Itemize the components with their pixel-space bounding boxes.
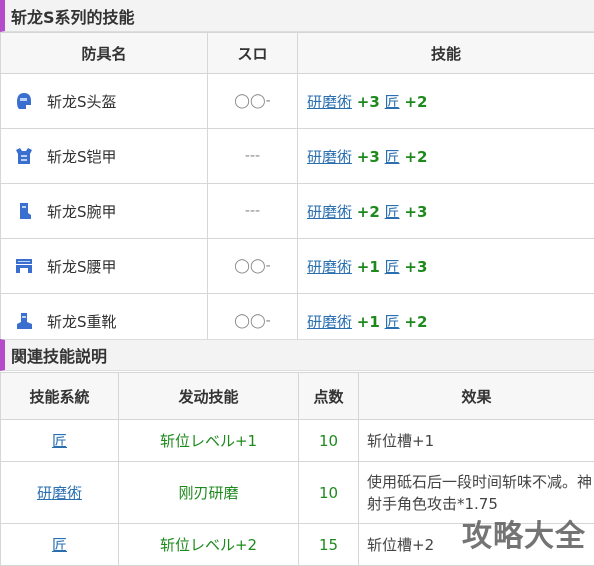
- skill-link-grinding[interactable]: 研磨術: [307, 203, 352, 221]
- skill-link-artisan[interactable]: 匠: [385, 258, 400, 276]
- armor-name: 斩龙S头盔: [47, 91, 117, 112]
- table-row: 斩龙S腕甲 --- 研磨術 +2 匠 +3: [1, 184, 594, 239]
- skill-link-artisan[interactable]: 匠: [52, 432, 67, 450]
- skill-effect: 斩位槽+1: [359, 420, 594, 462]
- skill-points: +3: [404, 203, 427, 221]
- active-skill: 斩位レベル+1: [119, 420, 299, 462]
- skill-system-cell: 匠: [1, 420, 119, 462]
- skill-link-artisan[interactable]: 匠: [385, 148, 400, 166]
- armor-name-cell: 斩龙S腕甲: [1, 184, 208, 239]
- skill-table-header: 技能系統 发动技能 点数 效果: [1, 373, 594, 420]
- slot-value: ---: [208, 184, 298, 239]
- skill-link-grinding[interactable]: 研磨術: [37, 484, 82, 502]
- armor-name-cell: 斩龙S头盔: [1, 74, 208, 129]
- active-skill: 刚刃研磨: [119, 462, 299, 524]
- skill-link-artisan[interactable]: 匠: [385, 93, 400, 111]
- header-skill: 技能: [298, 33, 594, 74]
- skill-link-artisan[interactable]: 匠: [52, 536, 67, 554]
- table-row: 斩龙S铠甲 --- 研磨術 +3 匠 +2: [1, 129, 594, 184]
- armor-name-cell: 斩龙S腰甲: [1, 239, 208, 294]
- armor-table-header: 防具名 スロ 技能: [1, 33, 594, 74]
- header-active-skill: 发动技能: [119, 373, 299, 420]
- skill-points: +2: [404, 148, 427, 166]
- skill-points: +2: [404, 313, 427, 331]
- section-title: 斩龙S系列的技能: [11, 4, 135, 28]
- skill-points: +1: [357, 258, 380, 276]
- armor-table: 防具名 スロ 技能 斩龙S头盔 ◯◯- 研磨術 +3 匠 +2: [0, 32, 594, 349]
- skill-link-grinding[interactable]: 研磨術: [307, 313, 352, 331]
- armor-name-cell: 斩龙S铠甲: [1, 129, 208, 184]
- table-row: 匠 斩位レベル+1 10 斩位槽+1: [1, 420, 594, 462]
- skill-points-required: 15: [299, 524, 359, 566]
- header-effect: 效果: [359, 373, 594, 420]
- armor-name: 斩龙S铠甲: [47, 146, 117, 167]
- skill-link-grinding[interactable]: 研磨術: [307, 148, 352, 166]
- slot-value: ◯◯-: [208, 239, 298, 294]
- section-header-skills: 斩龙S系列的技能: [0, 0, 594, 32]
- helmet-icon: [13, 90, 35, 112]
- skill-points: +3: [404, 258, 427, 276]
- active-skill: 斩位レベル+2: [119, 524, 299, 566]
- section-header-related-skills: 関連技能説明: [0, 339, 594, 371]
- skill-cell: 研磨術 +2 匠 +3: [298, 184, 594, 239]
- skill-cell: 研磨術 +1 匠 +3: [298, 239, 594, 294]
- header-skill-system: 技能系統: [1, 373, 119, 420]
- armor-name: 斩龙S腰甲: [47, 256, 117, 277]
- skill-link-artisan[interactable]: 匠: [385, 203, 400, 221]
- skill-points: +1: [357, 313, 380, 331]
- slot-value: ◯◯-: [208, 74, 298, 129]
- boots-icon: [13, 310, 35, 332]
- skill-link-artisan[interactable]: 匠: [385, 313, 400, 331]
- chest-armor-icon: [13, 145, 35, 167]
- arm-guard-icon: [13, 200, 35, 222]
- skill-points-required: 10: [299, 420, 359, 462]
- skill-system-cell: 研磨術: [1, 462, 119, 524]
- waist-armor-icon: [13, 255, 35, 277]
- skill-cell: 研磨術 +3 匠 +2: [298, 129, 594, 184]
- header-armor-name: 防具名: [1, 33, 208, 74]
- header-slot: スロ: [208, 33, 298, 74]
- skill-points: +3: [357, 148, 380, 166]
- header-points: 点数: [299, 373, 359, 420]
- skill-cell: 研磨術 +3 匠 +2: [298, 74, 594, 129]
- armor-name: 斩龙S重靴: [47, 311, 117, 332]
- table-row: 斩龙S腰甲 ◯◯- 研磨術 +1 匠 +3: [1, 239, 594, 294]
- skill-points: +2: [357, 203, 380, 221]
- slot-value: ---: [208, 129, 298, 184]
- armor-name: 斩龙S腕甲: [47, 201, 117, 222]
- section-title: 関連技能説明: [11, 343, 107, 367]
- watermark: 攻略大全: [462, 511, 586, 555]
- skill-points: +2: [404, 93, 427, 111]
- skill-link-grinding[interactable]: 研磨術: [307, 258, 352, 276]
- skill-link-grinding[interactable]: 研磨術: [307, 93, 352, 111]
- table-row: 斩龙S头盔 ◯◯- 研磨術 +3 匠 +2: [1, 74, 594, 129]
- skill-points-required: 10: [299, 462, 359, 524]
- skill-points: +3: [357, 93, 380, 111]
- skill-system-cell: 匠: [1, 524, 119, 566]
